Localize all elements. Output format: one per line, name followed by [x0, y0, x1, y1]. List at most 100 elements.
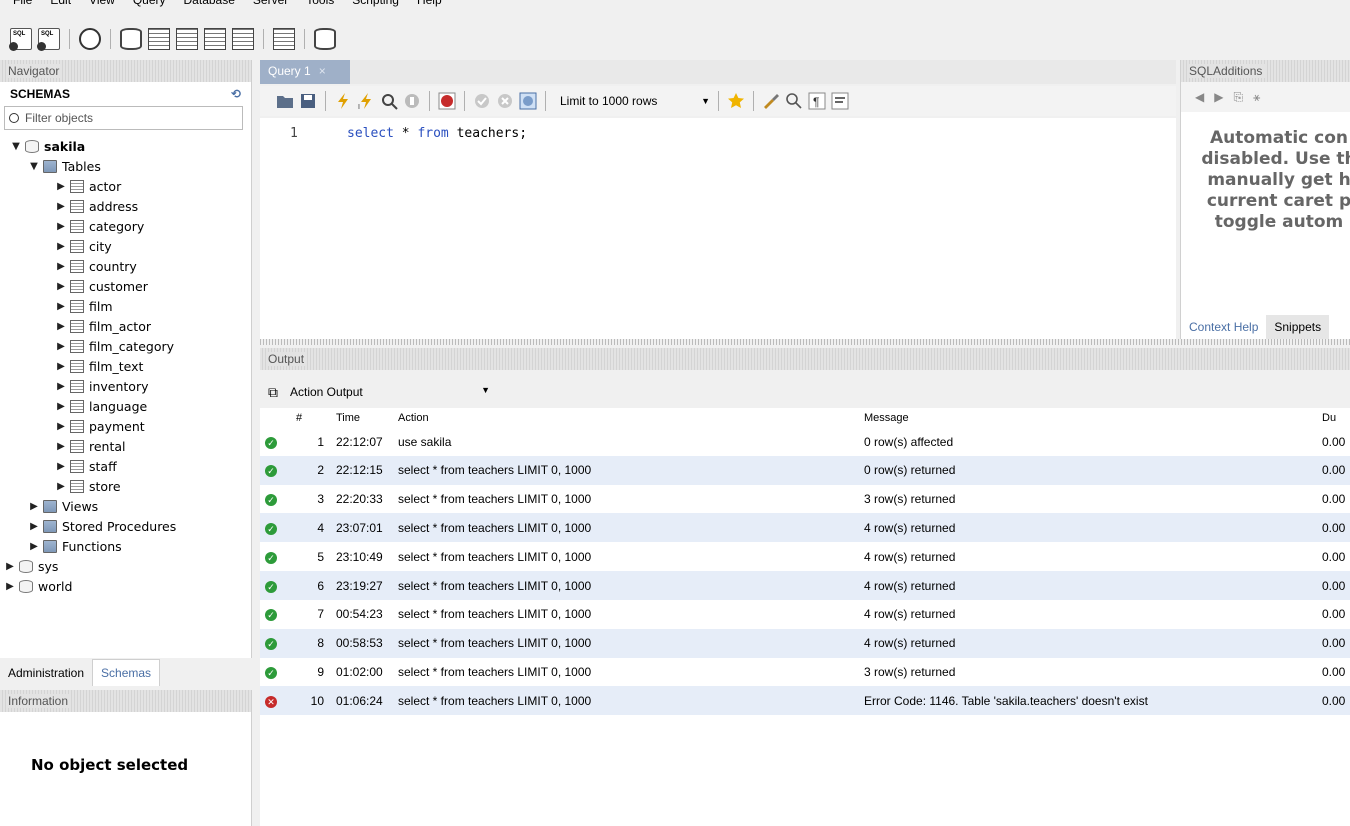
- table-row[interactable]: ✓ 6 23:19:27 select * from teachers LIMIT 0…: [260, 571, 1350, 600]
- tree-table-item[interactable]: ▶ rental: [0, 436, 251, 456]
- tree-table-item[interactable]: ▶ address: [0, 196, 251, 216]
- column-header-message[interactable]: Message: [864, 412, 909, 424]
- word-wrap-icon[interactable]: [831, 92, 849, 110]
- tree-table-item[interactable]: ▶ country: [0, 256, 251, 276]
- expand-arrow-icon[interactable]: ▼: [10, 141, 22, 152]
- tree-schema-world[interactable]: ▶ world: [0, 576, 251, 596]
- tree-table-item[interactable]: ▶ payment: [0, 416, 251, 436]
- menu-help[interactable]: Help: [408, 0, 451, 12]
- table-row[interactable]: ✓ 3 22:20:33 select * from teachers LIMIT 0…: [260, 485, 1350, 514]
- collapse-arrow-icon[interactable]: ▶: [55, 421, 67, 432]
- collapse-arrow-icon[interactable]: ▶: [55, 341, 67, 352]
- auto-help-icon[interactable]: ⚹: [1253, 90, 1260, 105]
- open-folder-icon[interactable]: [276, 92, 294, 110]
- column-header-action[interactable]: Action: [398, 412, 429, 424]
- create-function-icon[interactable]: [232, 28, 254, 50]
- table-row[interactable]: ✓ 2 22:12:15 select * from teachers LIMIT 0…: [260, 455, 1350, 485]
- collapse-arrow-icon[interactable]: ▶: [55, 201, 67, 212]
- tree-tables-folder[interactable]: ▼ Tables: [0, 156, 251, 176]
- column-header-duration[interactable]: Du: [1322, 412, 1336, 424]
- tree-table-item[interactable]: ▶ film_category: [0, 336, 251, 356]
- menu-edit[interactable]: Edit: [41, 0, 80, 12]
- tree-table-item[interactable]: ▶ actor: [0, 176, 251, 196]
- menu-server[interactable]: Server: [244, 0, 297, 12]
- close-icon[interactable]: ×: [319, 64, 326, 78]
- table-row[interactable]: ✓ 9 01:02:00 select * from teachers LIMIT 0…: [260, 657, 1350, 686]
- commit-icon[interactable]: [473, 92, 491, 110]
- beautify-brush-icon[interactable]: [762, 92, 780, 110]
- tab-snippets[interactable]: Snippets: [1266, 315, 1330, 339]
- tab-query-1[interactable]: Query 1 ×: [260, 60, 350, 84]
- reconnect-icon[interactable]: [314, 28, 336, 50]
- find-icon[interactable]: [785, 92, 803, 110]
- back-arrow-icon[interactable]: ◀: [1195, 90, 1204, 104]
- create-table-icon[interactable]: [148, 28, 170, 50]
- table-row[interactable]: ✓ 8 00:58:53 select * from teachers LIMIT 0…: [260, 628, 1350, 658]
- copy-icon[interactable]: ⧉: [268, 384, 278, 401]
- menu-database[interactable]: Database: [175, 0, 244, 12]
- collapse-arrow-icon[interactable]: ▶: [55, 261, 67, 272]
- collapse-arrow-icon[interactable]: ▶: [55, 241, 67, 252]
- filter-objects-input[interactable]: Filter objects: [4, 106, 243, 130]
- collapse-arrow-icon[interactable]: ▶: [55, 401, 67, 412]
- toggle-error-stop-icon[interactable]: [438, 92, 456, 110]
- invisible-chars-icon[interactable]: ¶: [808, 92, 826, 110]
- collapse-arrow-icon[interactable]: ▶: [55, 481, 67, 492]
- collapse-arrow-icon[interactable]: ▶: [55, 321, 67, 332]
- collapse-arrow-icon[interactable]: ▶: [4, 581, 16, 592]
- tree-table-item[interactable]: ▶ film: [0, 296, 251, 316]
- tree-views-folder[interactable]: ▶ Views: [0, 496, 251, 516]
- menu-query[interactable]: Query: [124, 0, 175, 12]
- forward-arrow-icon[interactable]: ▶: [1214, 90, 1223, 104]
- row-limit-select[interactable]: Limit to 1000 rows ▼: [560, 94, 710, 108]
- tree-table-item[interactable]: ▶ language: [0, 396, 251, 416]
- tab-context-help[interactable]: Context Help: [1181, 315, 1266, 339]
- create-view-icon[interactable]: [176, 28, 198, 50]
- tree-procedures-folder[interactable]: ▶ Stored Procedures: [0, 516, 251, 536]
- collapse-arrow-icon[interactable]: ▶: [55, 301, 67, 312]
- explain-icon[interactable]: [380, 92, 398, 110]
- tree-table-item[interactable]: ▶ film_text: [0, 356, 251, 376]
- collapse-arrow-icon[interactable]: ▶: [55, 461, 67, 472]
- collapse-arrow-icon[interactable]: ▶: [55, 381, 67, 392]
- collapse-arrow-icon[interactable]: ▶: [55, 441, 67, 452]
- new-sql-tab-icon[interactable]: [9, 28, 32, 51]
- create-schema-icon[interactable]: [120, 28, 142, 50]
- tree-schema-sakila[interactable]: ▼ sakila: [0, 136, 251, 156]
- menu-tools[interactable]: Tools: [297, 0, 343, 12]
- tab-administration[interactable]: Administration: [0, 660, 92, 686]
- collapse-arrow-icon[interactable]: ▶: [55, 281, 67, 292]
- tree-functions-folder[interactable]: ▶ Functions: [0, 536, 251, 556]
- output-type-select[interactable]: Action Output ▼: [290, 385, 490, 399]
- tree-table-item[interactable]: ▶ category: [0, 216, 251, 236]
- tree-table-item[interactable]: ▶ customer: [0, 276, 251, 296]
- tree-table-item[interactable]: ▶ city: [0, 236, 251, 256]
- sql-editor[interactable]: 1 select * from teachers;: [260, 118, 1176, 339]
- collapse-arrow-icon[interactable]: ▶: [55, 361, 67, 372]
- tab-schemas[interactable]: Schemas: [92, 659, 161, 686]
- stop-icon[interactable]: [403, 92, 421, 110]
- table-row[interactable]: ✓ 1 22:12:07 use sakila 0 row(s) affected 0.0…: [260, 427, 1350, 456]
- tree-table-item[interactable]: ▶ store: [0, 476, 251, 496]
- table-row[interactable]: ✓ 7 00:54:23 select * from teachers LIMIT 0…: [260, 600, 1350, 629]
- collapse-arrow-icon[interactable]: ▶: [28, 541, 40, 552]
- column-header-number[interactable]: #: [296, 412, 330, 424]
- table-row[interactable]: ✓ 5 23:10:49 select * from teachers LIMIT 0…: [260, 542, 1350, 571]
- open-sql-script-icon[interactable]: [37, 28, 60, 51]
- editor-output-splitter[interactable]: [260, 339, 1350, 345]
- manual-help-icon[interactable]: ⎘: [1233, 90, 1243, 105]
- create-procedure-icon[interactable]: [204, 28, 226, 50]
- expand-arrow-icon[interactable]: ▼: [28, 161, 40, 172]
- tree-table-item[interactable]: ▶ staff: [0, 456, 251, 476]
- inspector-icon[interactable]: [79, 28, 101, 50]
- search-table-data-icon[interactable]: [273, 28, 295, 50]
- tree-schema-sys[interactable]: ▶ sys: [0, 556, 251, 576]
- menu-view[interactable]: View: [80, 0, 124, 12]
- refresh-icon[interactable]: ⟲: [231, 87, 241, 101]
- table-row[interactable]: ✓ 4 23:07:01 select * from teachers LIMIT 0…: [260, 513, 1350, 543]
- column-header-time[interactable]: Time: [336, 412, 360, 424]
- collapse-arrow-icon[interactable]: ▶: [28, 501, 40, 512]
- sql-code-line[interactable]: select * from teachers;: [347, 126, 527, 141]
- save-icon[interactable]: [299, 92, 317, 110]
- execute-icon[interactable]: [334, 92, 352, 110]
